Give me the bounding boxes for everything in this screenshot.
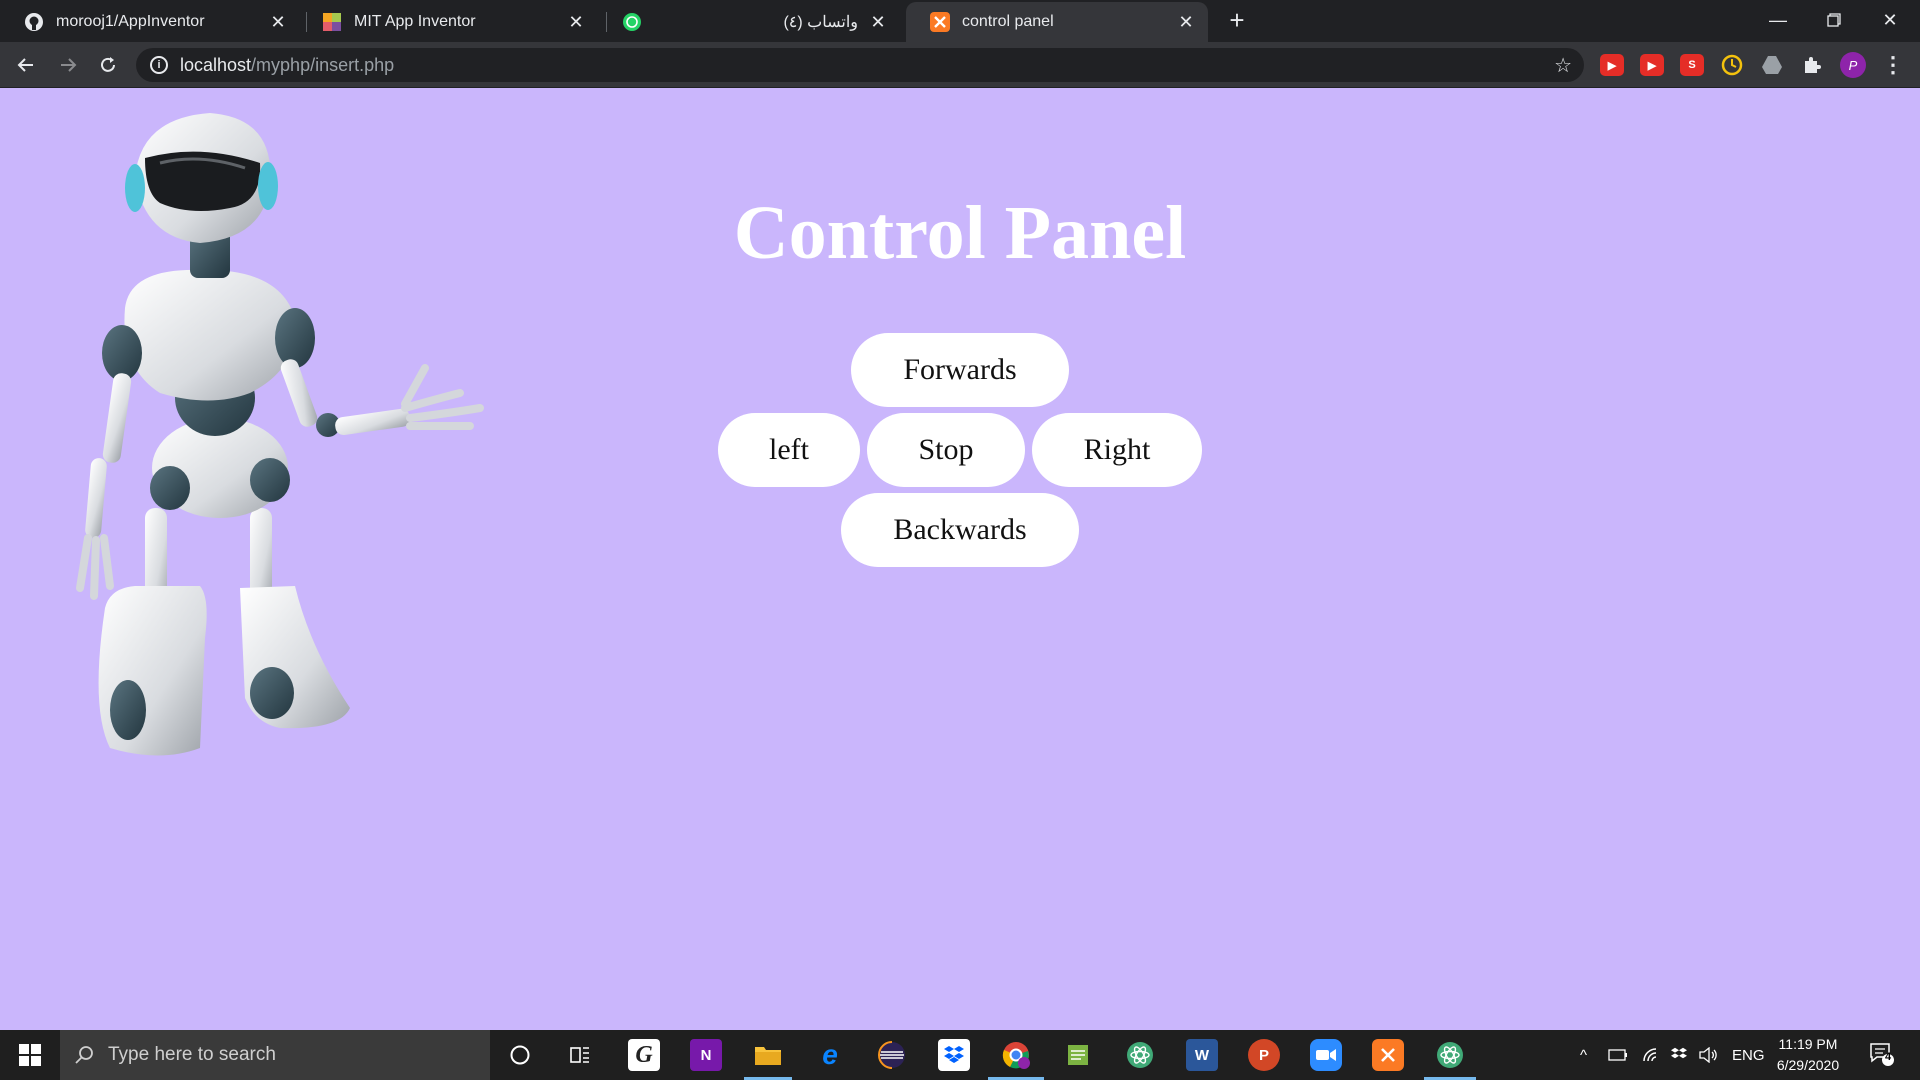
close-tab-icon[interactable]: ✕: [868, 12, 888, 32]
youtube-extension-icon[interactable]: S: [1680, 54, 1704, 76]
atom-icon[interactable]: [1124, 1039, 1156, 1071]
site-info-icon[interactable]: i: [150, 56, 168, 74]
battery-icon[interactable]: [1608, 1030, 1628, 1080]
xampp-icon[interactable]: [1372, 1039, 1404, 1071]
action-center-button[interactable]: 4: [1868, 1040, 1898, 1070]
task-view-icon[interactable]: [564, 1039, 596, 1071]
forwards-button[interactable]: Forwards: [851, 333, 1069, 407]
clock-time: 11:19 PM: [1778, 1036, 1838, 1052]
notification-count: 4: [1884, 1051, 1892, 1063]
powerpoint-icon[interactable]: P: [1248, 1039, 1280, 1071]
close-tab-icon[interactable]: ✕: [566, 12, 586, 32]
app-inventor-icon: [322, 12, 342, 32]
zoom-icon[interactable]: [1310, 1039, 1342, 1071]
browser-tab-strip: morooj1/AppInventor ✕ MIT App Inventor ✕…: [0, 0, 1920, 42]
close-window-button[interactable]: ✕: [1862, 0, 1918, 40]
backwards-button[interactable]: Backwards: [841, 493, 1079, 567]
grammarly-icon[interactable]: G: [628, 1039, 660, 1071]
browser-toolbar: i localhost/myphp/insert.php ☆ ▶ ▶ S P ⋮: [0, 42, 1920, 88]
stop-button[interactable]: Stop: [867, 413, 1025, 487]
taskbar-clock[interactable]: 11:19 PM 6/29/2020: [1768, 1034, 1848, 1076]
cortana-icon[interactable]: [504, 1039, 536, 1071]
dropbox-tray-icon[interactable]: [1670, 1030, 1688, 1080]
search-icon: [75, 1046, 93, 1064]
timer-extension-icon[interactable]: [1720, 54, 1744, 76]
tab-whatsapp[interactable]: (٤) واتساب ✕: [598, 2, 900, 42]
chrome-icon[interactable]: [1000, 1039, 1032, 1071]
tab-title: morooj1/AppInventor: [56, 13, 205, 30]
file-explorer-icon[interactable]: [752, 1039, 784, 1071]
back-button[interactable]: [10, 49, 42, 81]
page-title: Control Panel: [733, 191, 1187, 275]
wifi-icon[interactable]: [1642, 1030, 1662, 1080]
bookmark-star-icon[interactable]: ☆: [1554, 53, 1572, 78]
restore-button[interactable]: [1806, 0, 1862, 40]
tab-title: MIT App Inventor: [354, 13, 476, 30]
address-bar[interactable]: i localhost/myphp/insert.php ☆: [136, 48, 1584, 82]
atom-icon[interactable]: [1434, 1039, 1466, 1071]
show-hidden-icons-button[interactable]: ^: [1580, 1030, 1587, 1080]
extensions-puzzle-icon[interactable]: [1800, 54, 1824, 76]
reload-icon: [101, 57, 115, 72]
forward-button[interactable]: [52, 49, 84, 81]
tab-control-panel[interactable]: control panel ✕: [906, 2, 1208, 42]
left-button[interactable]: left: [718, 413, 860, 487]
edge-icon[interactable]: e: [814, 1039, 846, 1071]
back-arrow-icon: [17, 58, 33, 72]
eclipse-icon[interactable]: [876, 1039, 908, 1071]
url-host: localhost: [180, 54, 252, 75]
xampp-icon: [930, 12, 950, 32]
clock-date: 6/29/2020: [1776, 1057, 1840, 1073]
tab-app-inventor[interactable]: MIT App Inventor ✕: [298, 2, 598, 42]
browser-menu-icon[interactable]: ⋮: [1882, 52, 1904, 78]
start-button[interactable]: [0, 1030, 60, 1080]
page-content: Control Panel Forwards left Stop Right B…: [0, 88, 1920, 1030]
drive-extension-icon[interactable]: [1760, 54, 1784, 76]
search-placeholder: Type here to search: [108, 1044, 276, 1065]
windows-logo-icon: [19, 1044, 41, 1066]
whatsapp-icon: [622, 12, 642, 32]
new-tab-button[interactable]: +: [1222, 6, 1252, 36]
profile-avatar[interactable]: P: [1840, 52, 1866, 78]
close-tab-icon[interactable]: ✕: [1176, 12, 1196, 32]
github-icon: [24, 12, 44, 32]
reload-button[interactable]: [92, 49, 124, 81]
right-button[interactable]: Right: [1032, 413, 1202, 487]
forward-arrow-icon: [61, 58, 77, 72]
input-language[interactable]: ENG: [1732, 1030, 1765, 1080]
tab-title: control panel: [962, 13, 1054, 30]
onenote-icon[interactable]: N: [690, 1039, 722, 1071]
youtube-extension-icon[interactable]: ▶: [1640, 54, 1664, 76]
windows-taskbar: Type here to search G N e W P ^ ENG 11:1…: [0, 1030, 1920, 1080]
word-icon[interactable]: W: [1186, 1039, 1218, 1071]
tab-title: (٤) واتساب: [783, 14, 858, 31]
notepad-icon[interactable]: [1062, 1039, 1094, 1071]
youtube-extension-icon[interactable]: ▶: [1600, 54, 1624, 76]
taskbar-search-box[interactable]: Type here to search: [60, 1030, 490, 1080]
minimize-button[interactable]: —: [1750, 0, 1806, 40]
url-path: /myphp/insert.php: [251, 54, 395, 75]
close-tab-icon[interactable]: ✕: [268, 12, 288, 32]
dropbox-icon[interactable]: [938, 1039, 970, 1071]
tab-github[interactable]: morooj1/AppInventor ✕: [0, 2, 300, 42]
volume-icon[interactable]: [1698, 1030, 1718, 1080]
